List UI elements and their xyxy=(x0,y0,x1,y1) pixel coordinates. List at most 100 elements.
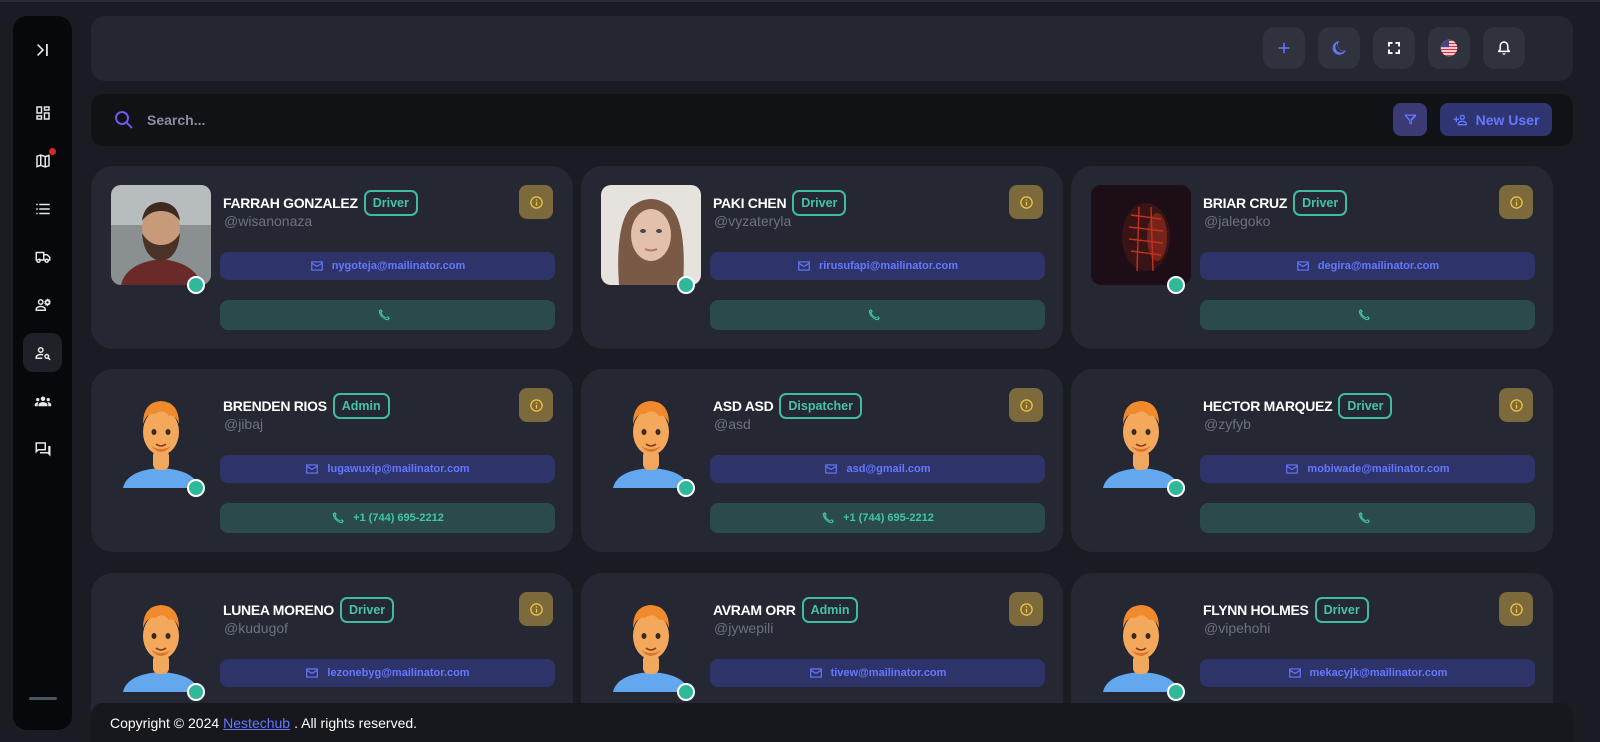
info-button[interactable] xyxy=(1499,185,1533,219)
footer: Copyright © 2024 Nestechub . All rights … xyxy=(91,703,1573,742)
info-button[interactable] xyxy=(1009,185,1043,219)
avatar xyxy=(111,185,211,285)
avatar xyxy=(601,592,701,692)
user-handle: @zyfyb xyxy=(1204,416,1251,432)
mail-icon xyxy=(809,668,822,678)
phone-icon xyxy=(378,309,390,321)
online-status-dot xyxy=(1167,276,1185,294)
online-status-dot xyxy=(677,276,695,294)
online-status-dot xyxy=(1167,683,1185,701)
phone-button[interactable]: +1 (744) 695-2212 xyxy=(220,503,555,533)
mail-icon xyxy=(310,261,323,271)
user-card[interactable]: BRIAR CRUZ Driver @jalegoko degira@mailinat… xyxy=(1071,166,1553,349)
info-icon xyxy=(1019,195,1033,209)
role-badge: Driver xyxy=(1338,393,1393,419)
copyright-text: Copyright © 2024 xyxy=(110,714,220,731)
user-card[interactable]: BRENDEN RIOS Admin @jibaj lugawuxip@mailina… xyxy=(91,369,573,552)
email-text: asd@gmail.com xyxy=(846,463,931,475)
info-button[interactable] xyxy=(519,388,553,422)
info-icon xyxy=(1019,398,1033,412)
user-handle: @kudugof xyxy=(224,620,289,636)
info-button[interactable] xyxy=(1499,592,1533,626)
email-button[interactable]: degira@mailinator.com xyxy=(1200,252,1535,280)
mail-icon xyxy=(825,464,838,474)
role-badge: Driver xyxy=(1293,190,1348,216)
user-name: AVRAM ORR xyxy=(713,602,796,618)
phone-text: +1 (744) 695-2212 xyxy=(843,512,934,524)
info-button[interactable] xyxy=(519,592,553,626)
rights-text: . All rights reserved. xyxy=(294,714,418,731)
online-status-dot xyxy=(677,479,695,497)
email-button[interactable]: rirusufapi@mailinator.com xyxy=(710,252,1045,280)
email-text: rirusufapi@mailinator.com xyxy=(818,260,959,272)
online-status-dot xyxy=(187,683,205,701)
user-handle: @asd xyxy=(714,416,751,432)
phone-text: +1 (744) 695-2212 xyxy=(353,512,444,524)
user-handle: @jalegoko xyxy=(1204,213,1271,229)
avatar xyxy=(1091,388,1191,488)
phone-button[interactable] xyxy=(1200,503,1535,533)
online-status-dot xyxy=(187,479,205,497)
online-status-dot xyxy=(677,683,695,701)
user-name: HECTOR MARQUEZ xyxy=(1203,398,1333,414)
user-card-grid: FARRAH GONZALEZ Driver @wisanonaza nygoteja… xyxy=(0,0,1600,742)
role-badge: Driver xyxy=(1314,597,1369,623)
mail-icon xyxy=(798,261,810,271)
user-name: FLYNN HOLMES xyxy=(1203,602,1309,618)
role-badge: Admin xyxy=(332,393,390,419)
user-card[interactable]: FARRAH GONZALEZ Driver @wisanonaza nygoteja… xyxy=(91,166,573,349)
user-handle: @vipehohi xyxy=(1204,620,1271,636)
online-status-dot xyxy=(187,276,205,294)
email-button[interactable]: mekacyjk@mailinator.com xyxy=(1200,659,1535,687)
role-badge: Admin xyxy=(801,597,859,623)
phone-button[interactable] xyxy=(1200,300,1535,330)
user-card[interactable]: PAKI CHEN Driver @vyzateryla rirusufapi@mai… xyxy=(581,166,1063,349)
role-badge: Driver xyxy=(792,190,847,216)
user-handle: @vyzateryla xyxy=(714,213,792,229)
phone-button[interactable] xyxy=(220,300,555,330)
info-button[interactable] xyxy=(519,185,553,219)
mail-icon xyxy=(306,668,319,678)
email-button[interactable]: lezonebyg@mailinator.com xyxy=(220,659,555,687)
role-badge: Driver xyxy=(340,597,395,623)
user-name: ASD ASD xyxy=(713,398,774,414)
company-link[interactable]: Nestechub xyxy=(223,715,290,731)
phone-button[interactable]: +1 (744) 695-2212 xyxy=(710,503,1045,533)
info-button[interactable] xyxy=(1009,592,1043,626)
role-badge: Dispatcher xyxy=(779,393,862,419)
info-icon xyxy=(1509,195,1523,209)
user-handle: @wisanonaza xyxy=(224,213,313,229)
phone-button[interactable] xyxy=(710,300,1045,330)
phone-icon xyxy=(1358,512,1370,524)
role-badge: Driver xyxy=(363,190,418,216)
info-icon xyxy=(1509,602,1523,616)
email-text: tivew@mailinator.com xyxy=(830,667,947,679)
info-button[interactable] xyxy=(1499,388,1533,422)
mail-icon xyxy=(1288,668,1301,678)
user-name: LUNEA MORENO xyxy=(223,602,334,618)
avatar xyxy=(1091,592,1191,692)
email-text: lugawuxip@mailinator.com xyxy=(327,463,470,475)
email-text: nygoteja@mailinator.com xyxy=(331,260,466,272)
info-icon xyxy=(529,398,543,412)
avatar xyxy=(111,388,211,488)
info-button[interactable] xyxy=(1009,388,1043,422)
user-card[interactable]: ASD ASD Dispatcher @asd asd@gmail.com +1 (74… xyxy=(581,369,1063,552)
phone-icon xyxy=(1358,309,1370,321)
email-button[interactable]: nygoteja@mailinator.com xyxy=(220,252,555,280)
email-button[interactable]: mobiwade@mailinator.com xyxy=(1200,455,1535,483)
info-icon xyxy=(529,195,543,209)
user-name: BRENDEN RIOS xyxy=(223,398,327,414)
email-button[interactable]: tivew@mailinator.com xyxy=(710,659,1045,687)
avatar xyxy=(601,185,701,285)
info-icon xyxy=(529,602,543,616)
mail-icon xyxy=(1296,261,1309,271)
email-button[interactable]: asd@gmail.com xyxy=(710,455,1045,483)
phone-icon xyxy=(822,512,834,524)
user-name: FARRAH GONZALEZ xyxy=(223,195,358,211)
user-card[interactable]: HECTOR MARQUEZ Driver @zyfyb mobiwade@maili… xyxy=(1071,369,1553,552)
user-handle: @jibaj xyxy=(224,416,264,432)
email-text: degira@mailinator.com xyxy=(1317,260,1440,272)
info-icon xyxy=(1509,398,1523,412)
email-button[interactable]: lugawuxip@mailinator.com xyxy=(220,455,555,483)
